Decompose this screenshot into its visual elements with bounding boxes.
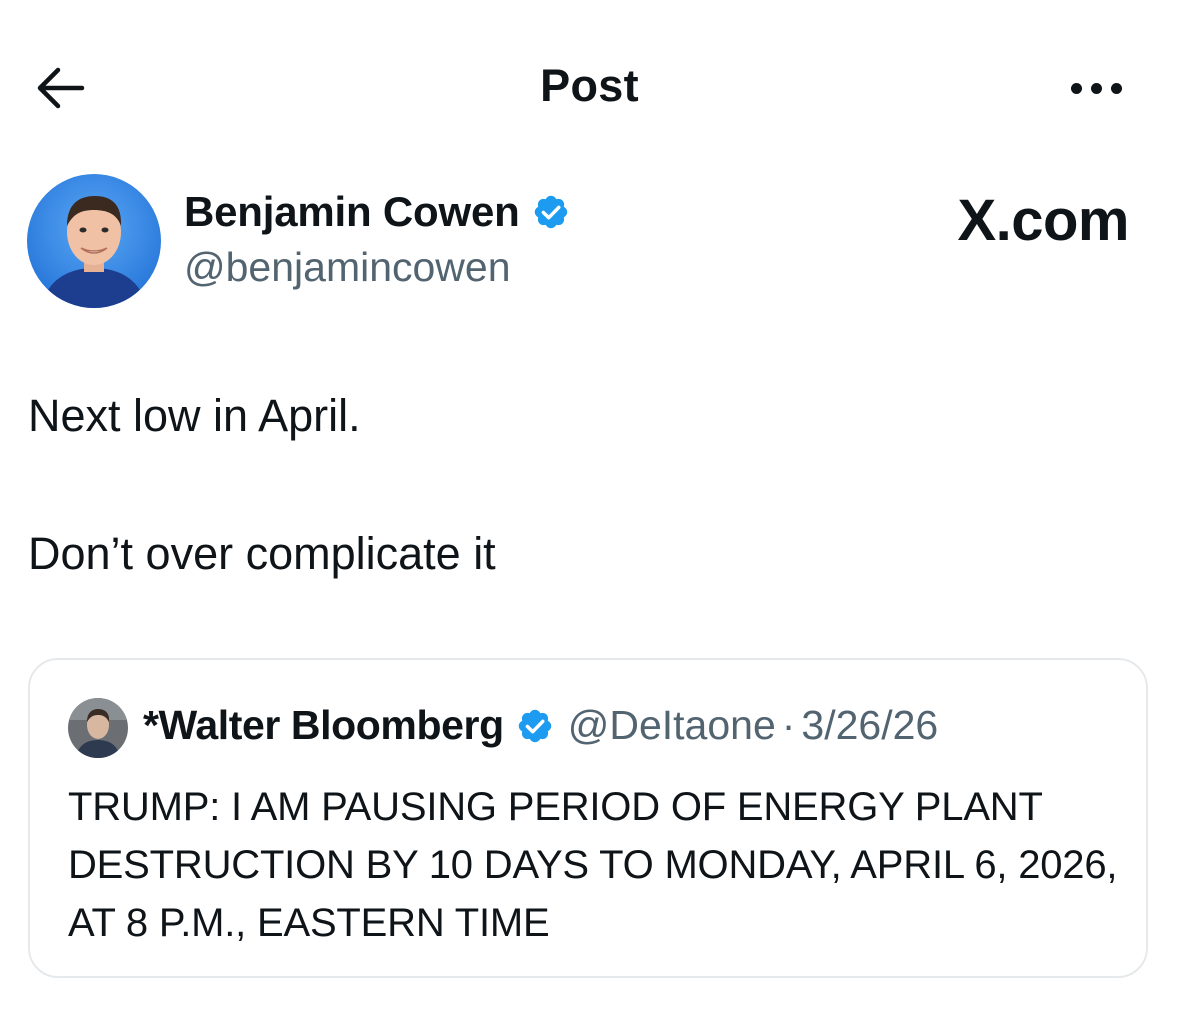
verified-badge-icon: [518, 709, 551, 742]
more-horizontal-icon-dot: [1090, 82, 1102, 94]
avatar-image: [27, 174, 161, 308]
quoted-post-header: *Walter Bloomberg @DeItaone · 3/26/26: [143, 702, 938, 749]
quoted-avatar-image: [68, 698, 128, 758]
post-body: Next low in April. Don’t over complicate…: [28, 388, 1148, 582]
quoted-author-handle[interactable]: @DeItaone: [568, 702, 776, 749]
quoted-post-card[interactable]: *Walter Bloomberg @DeItaone · 3/26/26 TR…: [28, 658, 1148, 978]
quoted-author-avatar[interactable]: [68, 698, 128, 758]
author-name-row: Benjamin Cowen: [184, 188, 570, 236]
post-text-line: Don’t over complicate it: [28, 528, 496, 579]
post-page: Post Benjamin Cowen @benjamincowen X.com…: [0, 0, 1179, 1023]
quoted-verified-badge: [516, 707, 554, 745]
top-bar: Post: [0, 0, 1179, 170]
more-horizontal-icon-dot: [1110, 82, 1122, 94]
quoted-author-name[interactable]: *Walter Bloomberg: [143, 702, 504, 749]
post-text-line: Next low in April.: [28, 390, 361, 441]
meta-separator: ·: [781, 702, 796, 748]
more-horizontal-icon: [1070, 82, 1082, 94]
quoted-post-text: TRUMP: I AM PAUSING PERIOD OF ENERGY PLA…: [68, 785, 1118, 945]
xcom-watermark: X.com: [957, 188, 1129, 253]
quoted-post-date[interactable]: 3/26/26: [801, 702, 938, 749]
more-options-button[interactable]: [1060, 70, 1132, 106]
page-title: Post: [540, 60, 639, 111]
author-avatar[interactable]: [27, 174, 161, 308]
verified-badge-icon: [534, 195, 567, 229]
author-handle[interactable]: @benjamincowen: [184, 244, 511, 291]
author-name[interactable]: Benjamin Cowen: [184, 188, 520, 236]
